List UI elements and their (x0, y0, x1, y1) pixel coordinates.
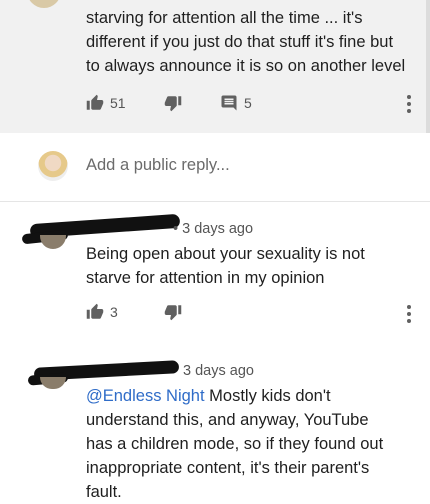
reply-timestamp: 3 days ago (183, 363, 254, 379)
reply-timestamp: • 3 days ago (173, 221, 254, 237)
reply-count-button[interactable]: 5 (220, 94, 252, 112)
more-options-button[interactable] (406, 305, 412, 327)
scrollbar[interactable] (426, 0, 430, 133)
reply-line: @Endless Night Mostly kids don't (86, 384, 421, 408)
divider (0, 201, 430, 202)
comment-icon (220, 94, 238, 112)
thumbs-down-icon (164, 303, 182, 321)
reply-text: Being open about your sexuality is not s… (86, 242, 421, 290)
reply-line: inappropriate content, it's their parent… (86, 459, 370, 477)
like-button[interactable]: 51 (86, 94, 126, 112)
like-button[interactable]: 3 (86, 303, 118, 321)
like-count: 3 (110, 304, 118, 320)
comment-line: starving for attention all the time ... … (86, 9, 363, 27)
reply-avatar[interactable] (40, 377, 66, 389)
reply-count: 5 (244, 95, 252, 111)
comment-text: starving for attention all the time ... … (86, 6, 421, 78)
like-count: 51 (110, 95, 126, 111)
reply-line: starve for attention in my opinion (86, 269, 325, 287)
more-vert-icon (406, 305, 412, 323)
reply-text: @Endless Night Mostly kids don't underst… (86, 384, 421, 504)
comment-line: to always announce it is so on another l… (86, 57, 406, 75)
comment-actions: 51 5 (86, 94, 416, 118)
reply-line-text: Mostly kids don't (204, 387, 331, 405)
thumbs-up-icon (86, 94, 104, 112)
commenter-avatar[interactable] (27, 0, 61, 8)
reply-line: understand this, and anyway, YouTube (86, 411, 369, 429)
parent-comment: starving for attention all the time ... … (0, 0, 430, 133)
thumbs-down-icon (164, 94, 182, 112)
thumbs-up-icon (86, 303, 104, 321)
comment-line: different if you just do that stuff it's… (86, 33, 394, 51)
reply-line: has a children mode, so if they found ou… (86, 435, 384, 453)
reply-avatar[interactable] (40, 235, 66, 249)
more-options-button[interactable] (406, 95, 412, 117)
dislike-button[interactable] (164, 94, 182, 112)
reply-line: fault. (86, 483, 122, 501)
dislike-button[interactable] (164, 303, 182, 321)
reply-line: Being open about your sexuality is not (86, 245, 365, 263)
mention-link[interactable]: @Endless Night (86, 387, 205, 405)
add-reply-input[interactable]: Add a public reply... (86, 156, 230, 175)
more-vert-icon (406, 95, 412, 113)
reply-actions: 3 (86, 303, 286, 327)
user-avatar (38, 151, 68, 181)
